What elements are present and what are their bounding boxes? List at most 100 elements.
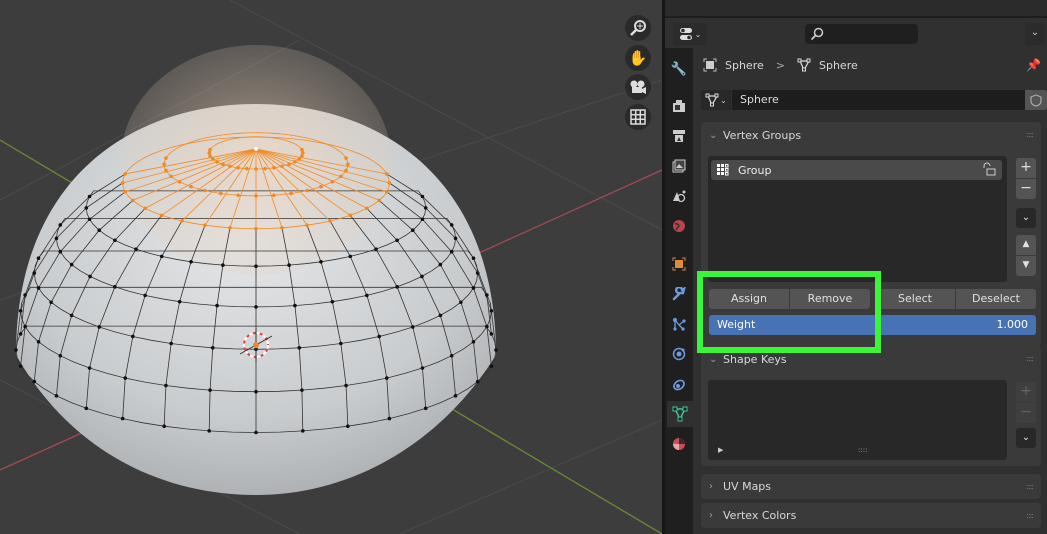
tab-output[interactable] (667, 123, 691, 149)
mesh-vertex (489, 308, 494, 313)
mesh-vertex (131, 198, 135, 203)
drag-handle-icon[interactable]: :::: (1026, 130, 1034, 139)
mesh-vertex (36, 286, 41, 290)
mesh-vertex (228, 226, 232, 230)
breadcrumb-separator: > (775, 58, 785, 72)
mesh-vertex (471, 339, 476, 344)
tab-constraints[interactable] (667, 371, 691, 397)
pan-button[interactable]: ✋ (625, 45, 651, 71)
mesh-vertex (300, 388, 304, 392)
tab-particles[interactable] (667, 311, 691, 337)
tab-world[interactable] (667, 213, 691, 239)
editor-type-selector[interactable]: ⌄ (673, 23, 707, 45)
mesh-vertex (438, 313, 443, 318)
mesh-vertex (384, 376, 389, 380)
mesh-vertex (449, 223, 454, 227)
mesh-vertex (177, 299, 182, 304)
drag-handle-icon[interactable]: :::: (1026, 482, 1034, 491)
search-icon (810, 27, 824, 41)
tab-scene[interactable] (667, 183, 691, 209)
add-shape-key-button[interactable]: + (1016, 382, 1036, 402)
mesh-vertex (180, 219, 184, 223)
mesh-vertex (449, 249, 454, 254)
mesh-vertex (208, 388, 212, 392)
shape-key-specials-button[interactable]: ⌄ (1016, 428, 1036, 448)
shape-key-list[interactable]: ▶ :::: (708, 380, 1007, 460)
pin-icon[interactable]: 📌 (1026, 58, 1041, 72)
mesh-vertex (300, 147, 304, 152)
vertex-group-list[interactable]: Group (708, 156, 1007, 282)
options-dropdown-button[interactable]: ⌄ (1025, 23, 1045, 45)
remove-vertex-group-button[interactable]: − (1016, 179, 1036, 199)
tab-data[interactable] (667, 401, 693, 427)
mesh-vertex (123, 190, 128, 194)
vertex-colors-header[interactable]: › Vertex Colors (701, 503, 1041, 528)
mesh-vertex (420, 274, 424, 279)
resize-handle-icon[interactable]: :::: (858, 446, 867, 454)
3d-viewport[interactable]: ✋ (0, 0, 662, 534)
search-input[interactable] (805, 24, 918, 44)
camera-view-button[interactable] (625, 74, 651, 100)
vertex-group-specials-button[interactable]: ⌄ (1016, 208, 1036, 228)
mesh-vertex (254, 194, 258, 198)
zoom-icon (630, 20, 646, 36)
vertex-groups-header[interactable]: ⌄ Vertex Groups (701, 122, 1041, 148)
datablock-name-field[interactable]: Sphere (732, 90, 1025, 110)
active-vertex (254, 147, 258, 151)
tab-view-layer[interactable] (667, 153, 691, 179)
tab-object[interactable] (667, 251, 691, 277)
tab-modifiers[interactable] (667, 281, 691, 307)
object-icon (703, 58, 717, 72)
plus-icon: + (1020, 383, 1032, 399)
expand-filter-icon[interactable]: ▶ (718, 446, 723, 454)
perspective-toggle-button[interactable] (625, 104, 651, 130)
unlock-icon[interactable] (982, 162, 996, 179)
chevron-down-icon: ⌄ (1021, 212, 1031, 223)
deselect-button[interactable]: Deselect (956, 289, 1036, 309)
mesh-vertex (36, 339, 41, 344)
zoom-button[interactable] (625, 15, 651, 41)
tab-render[interactable] (667, 93, 691, 119)
mesh-vertex (177, 180, 182, 184)
shape-keys-header[interactable]: ⌄ Shape Keys (701, 346, 1041, 372)
remove-shape-key-button[interactable]: − (1016, 403, 1036, 423)
tab-material[interactable] (667, 431, 691, 457)
move-down-button[interactable]: ▼ (1016, 256, 1036, 276)
panel-title: Vertex Groups (723, 128, 802, 142)
uv-maps-header[interactable]: › UV Maps (701, 474, 1041, 499)
assign-button[interactable]: Assign (709, 289, 789, 309)
mesh-vertex (494, 348, 498, 352)
add-vertex-group-button[interactable]: + (1016, 158, 1036, 178)
move-up-button[interactable]: ▲ (1016, 235, 1036, 255)
datablock-browse-button[interactable]: ⌄ (701, 90, 731, 110)
tab-physics[interactable] (667, 341, 691, 367)
tab-tool[interactable]: 🔧 (667, 56, 691, 82)
mesh-vertex (58, 223, 63, 227)
mesh-vertex (348, 254, 353, 259)
shield-icon (1030, 93, 1042, 107)
mesh-vertex (208, 147, 212, 152)
mesh-vertex (471, 256, 476, 261)
triangle-up-icon: ▲ (1022, 239, 1030, 249)
hand-pan-icon: ✋ (628, 49, 648, 67)
select-button[interactable]: Select (875, 289, 955, 309)
drag-handle-icon[interactable]: :::: (1026, 354, 1034, 363)
mesh-vertex (215, 160, 219, 164)
chevron-down-icon: ⌄ (720, 95, 727, 105)
mesh-vertex (377, 334, 381, 339)
vertex-colors-panel[interactable]: › Vertex Colors :::: (701, 503, 1041, 528)
mesh-vertex (280, 226, 284, 230)
remove-button[interactable]: Remove (790, 289, 870, 309)
mesh-vertex (228, 164, 232, 169)
viewport-scene[interactable] (0, 0, 662, 534)
uv-maps-panel[interactable]: › UV Maps :::: (701, 474, 1041, 499)
vertex-group-item[interactable]: Group (711, 160, 1002, 180)
mesh-vertex (346, 162, 350, 167)
drag-handle-icon[interactable]: :::: (1026, 511, 1034, 520)
fake-user-button[interactable] (1025, 90, 1047, 110)
mesh-vertex (297, 346, 302, 350)
mesh-vertex (113, 285, 117, 289)
mesh-vertex (254, 167, 258, 171)
weight-slider[interactable]: Weight 1.000 (709, 315, 1036, 335)
vertex-groups-panel: ⌄ Vertex Groups :::: Group + − ⌄ ▲ ▼ Ass… (701, 122, 1041, 347)
